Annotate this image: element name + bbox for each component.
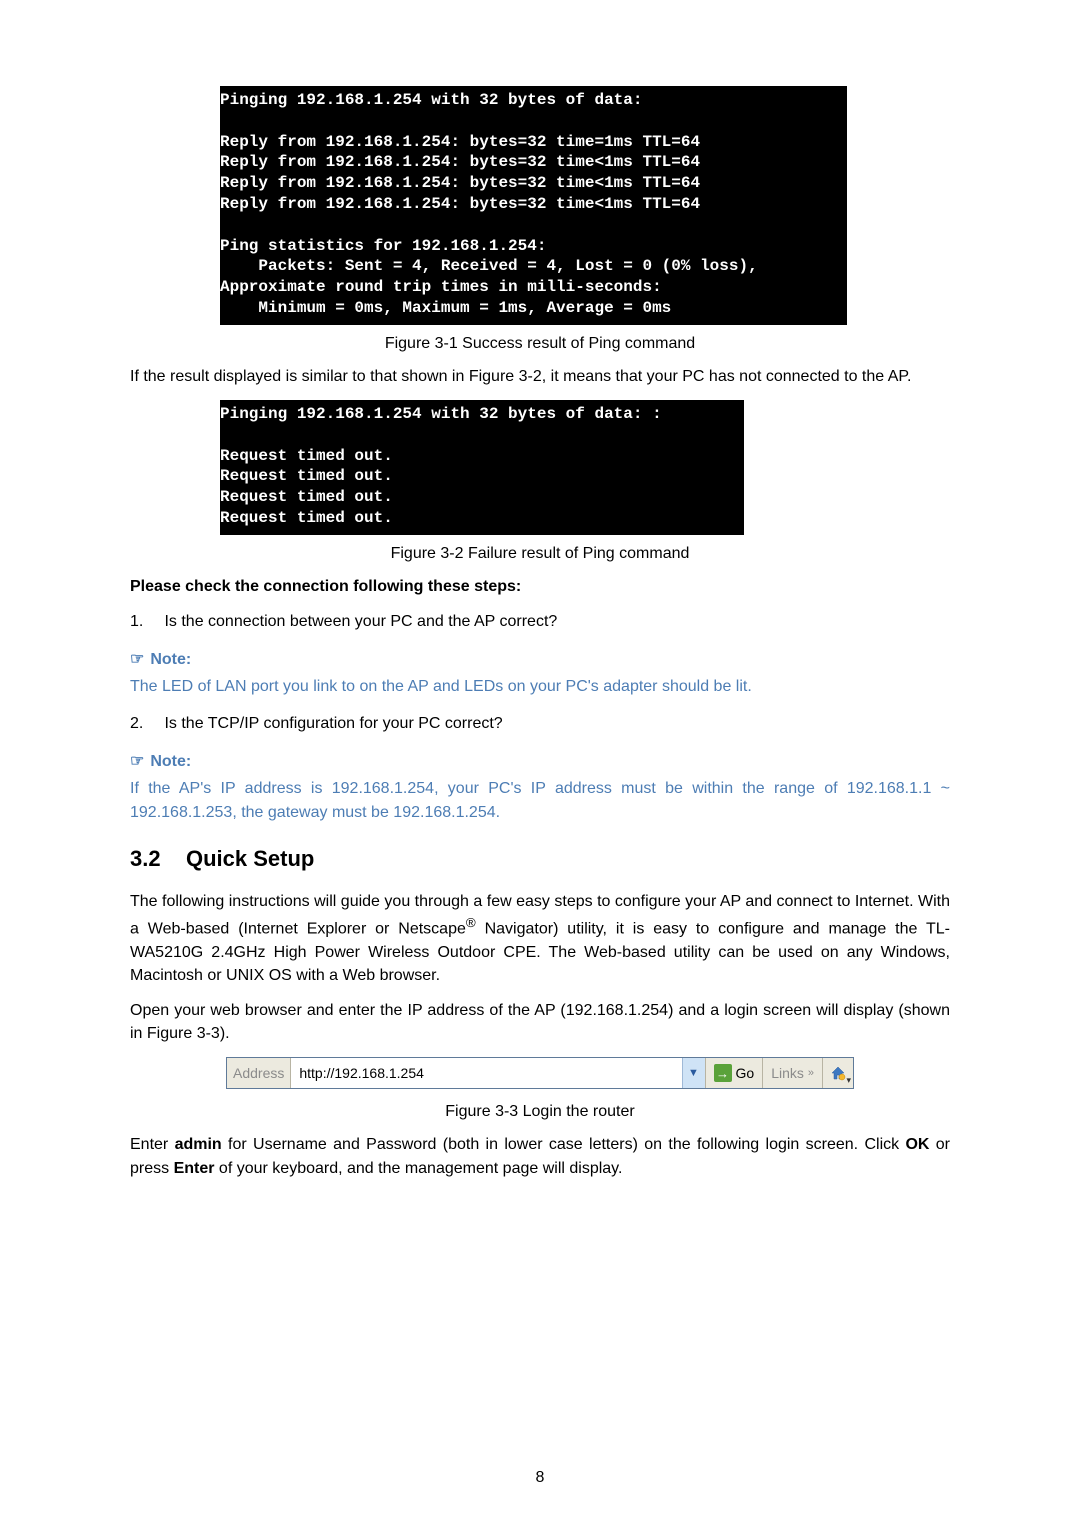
note-body-1: The LED of LAN port you link to on the A…	[130, 675, 950, 698]
figure-caption-3: Figure 3-3 Login the router	[130, 1103, 950, 1121]
registered-mark: ®	[466, 915, 476, 930]
dropdown-triangle-icon: ▾	[846, 1075, 851, 1086]
home-button[interactable]: ▾	[822, 1058, 853, 1088]
go-button[interactable]: → Go	[705, 1058, 763, 1088]
note-label-2: Note:	[150, 753, 191, 770]
step-1-text: Is the connection between your PC and th…	[164, 613, 557, 630]
check-steps-heading: Please check the connection following th…	[130, 575, 950, 598]
step-1: 1. Is the connection between your PC and…	[130, 610, 950, 633]
links-label: Links	[771, 1065, 804, 1081]
ping-success-output: Pinging 192.168.1.254 with 32 bytes of d…	[220, 86, 847, 325]
note-label-1: Note:	[150, 651, 191, 668]
home-icon	[830, 1065, 846, 1081]
quick-setup-paragraph-2: Open your web browser and enter the IP a…	[130, 999, 950, 1045]
figure-caption-2: Figure 3-2 Failure result of Ping comman…	[130, 545, 950, 563]
step-2-number: 2.	[130, 712, 160, 735]
address-input[interactable]: http://192.168.1.254	[291, 1058, 681, 1088]
ping-failure-output: Pinging 192.168.1.254 with 32 bytes of d…	[220, 400, 744, 535]
page-number: 8	[0, 1469, 1080, 1487]
figure-caption-1: Figure 3-1 Success result of Ping comman…	[130, 335, 950, 353]
go-arrow-icon: →	[714, 1064, 732, 1082]
section-heading: 3.2Quick Setup	[130, 846, 950, 872]
chevron-right-icon: »	[808, 1067, 814, 1079]
section-number: 3.2	[130, 846, 186, 872]
address-bar: Address http://192.168.1.254 ▼ → Go Link…	[226, 1057, 854, 1089]
address-label: Address	[227, 1058, 291, 1088]
paragraph-fail-intro: If the result displayed is similar to th…	[130, 365, 950, 388]
links-button[interactable]: Links »	[762, 1058, 822, 1088]
section-title: Quick Setup	[186, 846, 314, 871]
step-2-text: Is the TCP/IP configuration for your PC …	[164, 715, 502, 732]
pointing-hand-icon: ☞	[130, 651, 144, 668]
step-2: 2. Is the TCP/IP configuration for your …	[130, 712, 950, 735]
quick-setup-paragraph-1: The following instructions will guide yo…	[130, 890, 950, 987]
go-label: Go	[736, 1065, 755, 1081]
note-body-2: If the AP's IP address is 192.168.1.254,…	[130, 777, 950, 823]
login-instructions: Enter admin for Username and Password (b…	[130, 1133, 950, 1179]
pointing-hand-icon: ☞	[130, 753, 144, 770]
step-1-number: 1.	[130, 610, 160, 633]
note-heading-1: ☞ Note:	[130, 649, 950, 669]
address-dropdown-button[interactable]: ▼	[682, 1058, 705, 1088]
note-heading-2: ☞ Note:	[130, 751, 950, 771]
